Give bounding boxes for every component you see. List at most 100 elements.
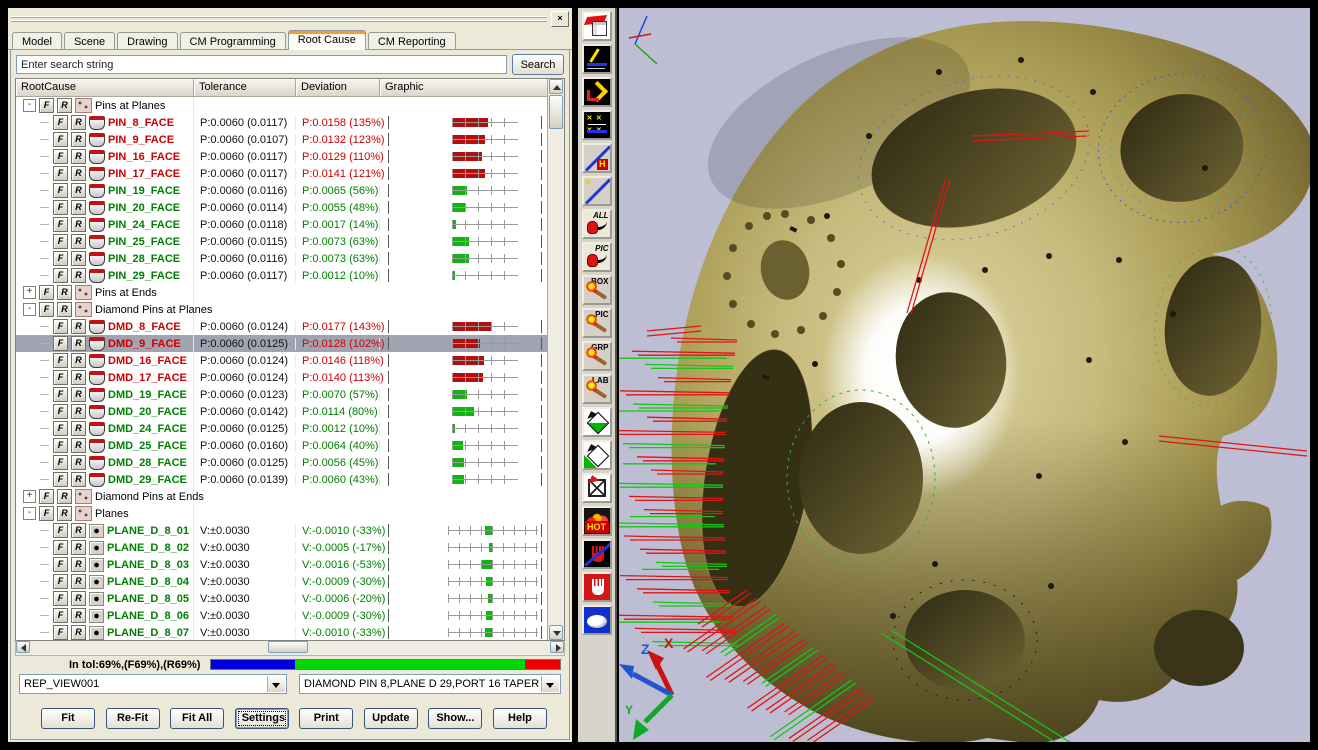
report-toggle-button[interactable]: R bbox=[71, 370, 86, 385]
expander-icon[interactable]: - bbox=[23, 507, 36, 520]
report-icon[interactable] bbox=[582, 11, 612, 41]
tab-model[interactable]: Model bbox=[12, 32, 62, 50]
report-toggle-button[interactable]: R bbox=[71, 523, 86, 538]
column-header-graphic[interactable]: Graphic bbox=[380, 79, 548, 96]
tab-scene[interactable]: Scene bbox=[64, 32, 115, 50]
fit-toggle-button[interactable]: F bbox=[39, 98, 54, 113]
titlebar-grip[interactable] bbox=[11, 16, 547, 22]
tree-group-row[interactable]: -FRPins at Planes bbox=[16, 97, 548, 114]
fit-toggle-button[interactable]: F bbox=[53, 251, 68, 266]
tree-item-row[interactable]: FRPIN_16_FACEP:0.0060 (0.0117)P:0.0129 (… bbox=[16, 148, 548, 165]
probe-measure-icon[interactable] bbox=[582, 44, 612, 74]
align-points-icon[interactable] bbox=[582, 110, 612, 140]
search-button[interactable]: Search bbox=[512, 54, 564, 75]
fit-toggle-button[interactable]: F bbox=[39, 285, 54, 300]
fit-toggle-button[interactable]: F bbox=[53, 336, 68, 351]
expander-icon[interactable]: - bbox=[23, 99, 36, 112]
fit-toggle-button[interactable]: F bbox=[53, 472, 68, 487]
report-toggle-button[interactable]: R bbox=[71, 608, 86, 623]
3d-viewport[interactable]: X Z Y bbox=[619, 8, 1310, 742]
print-button[interactable]: Print bbox=[299, 708, 353, 729]
fit-toggle-button[interactable]: F bbox=[53, 183, 68, 198]
tree-group-row[interactable]: -FRDiamond Pins at Planes bbox=[16, 301, 548, 318]
report-toggle-button[interactable]: R bbox=[71, 421, 86, 436]
report-toggle-button[interactable]: R bbox=[71, 472, 86, 487]
tree-item-row[interactable]: FRPLANE_D_8_01V:±0.0030V:-0.0010 (-33%) bbox=[16, 522, 548, 539]
expander-icon[interactable]: - bbox=[23, 303, 36, 316]
fit-toggle-button[interactable]: F bbox=[53, 591, 68, 606]
report-toggle-button[interactable]: R bbox=[71, 557, 86, 572]
fit-toggle-button[interactable]: F bbox=[53, 319, 68, 334]
3d-model-view[interactable]: X Z Y bbox=[619, 8, 1310, 742]
tree-group-row[interactable]: -FRPlanes bbox=[16, 505, 548, 522]
tree-item-row[interactable]: FRPIN_19_FACEP:0.0060 (0.0116)P:0.0065 (… bbox=[16, 182, 548, 199]
ignite-label-icon[interactable]: LAB bbox=[582, 374, 612, 404]
horizontal-scrollbar[interactable] bbox=[15, 641, 565, 656]
column-header-rootcause[interactable]: RootCause bbox=[16, 79, 194, 96]
tree-item-row[interactable]: FRPLANE_D_8_03V:±0.0030V:-0.0016 (-53%) bbox=[16, 556, 548, 573]
scroll-down-button[interactable] bbox=[549, 625, 563, 640]
report-toggle-button[interactable]: R bbox=[71, 115, 86, 130]
report-toggle-button[interactable]: R bbox=[57, 302, 72, 317]
hot-spots-icon[interactable]: HOT bbox=[582, 506, 612, 536]
fit-toggle-button[interactable]: F bbox=[53, 370, 68, 385]
tree-item-row[interactable]: FRDMD_25_FACEP:0.0060 (0.0160)P:0.0064 (… bbox=[16, 437, 548, 454]
scroll-up-button[interactable] bbox=[549, 79, 563, 94]
report-toggle-button[interactable]: R bbox=[71, 166, 86, 181]
report-toggle-button[interactable]: R bbox=[71, 336, 86, 351]
report-toggle-button[interactable]: R bbox=[71, 455, 86, 470]
tree-item-row[interactable]: FRPLANE_D_8_02V:±0.0030V:-0.0005 (-17%) bbox=[16, 539, 548, 556]
fit-toggle-button[interactable]: F bbox=[53, 217, 68, 232]
search-input[interactable] bbox=[16, 55, 507, 74]
tree-item-row[interactable]: FRDMD_17_FACEP:0.0060 (0.0124)P:0.0140 (… bbox=[16, 369, 548, 386]
no-touch-icon[interactable] bbox=[582, 539, 612, 569]
fit-toggle-button[interactable]: F bbox=[53, 625, 68, 640]
report-toggle-button[interactable]: R bbox=[71, 387, 86, 402]
fit-toggle-button[interactable]: F bbox=[39, 489, 54, 504]
tree-item-row[interactable]: FRPIN_17_FACEP:0.0060 (0.0117)P:0.0141 (… bbox=[16, 165, 548, 182]
fit-toggle-button[interactable]: F bbox=[53, 557, 68, 572]
report-toggle-button[interactable]: R bbox=[71, 149, 86, 164]
tab-cm-programming[interactable]: CM Programming bbox=[180, 32, 286, 50]
fit-toggle-button[interactable]: F bbox=[53, 455, 68, 470]
show--button[interactable]: Show... bbox=[428, 708, 482, 729]
tree-item-row[interactable]: FRDMD_16_FACEP:0.0060 (0.0124)P:0.0146 (… bbox=[16, 352, 548, 369]
re-fit-button[interactable]: Re-Fit bbox=[106, 708, 160, 729]
report-toggle-button[interactable]: R bbox=[71, 251, 86, 266]
column-header-tolerance[interactable]: Tolerance bbox=[194, 79, 296, 96]
fit-toggle-button[interactable]: F bbox=[39, 506, 54, 521]
feature-select[interactable]: DIAMOND PIN 8,PLANE D 29,PORT 16 TAPER 1… bbox=[299, 674, 561, 694]
fit-toggle-button[interactable]: F bbox=[53, 200, 68, 215]
report-toggle-button[interactable]: R bbox=[71, 591, 86, 606]
tree-item-row[interactable]: FRPLANE_D_8_04V:±0.0030V:-0.0009 (-30%) bbox=[16, 573, 548, 590]
part-model[interactable] bbox=[672, 8, 1310, 742]
ignite-group-icon[interactable]: GRP bbox=[582, 341, 612, 371]
tree-item-row[interactable]: FRPIN_20_FACEP:0.0060 (0.0114)P:0.0055 (… bbox=[16, 199, 548, 216]
pick-all-icon[interactable]: ALL bbox=[582, 209, 612, 239]
fit-toggle-button[interactable]: F bbox=[53, 149, 68, 164]
tab-drawing[interactable]: Drawing bbox=[117, 32, 177, 50]
delete-window-icon[interactable] bbox=[582, 473, 612, 503]
pick-pic-icon[interactable]: PIC bbox=[582, 242, 612, 272]
ignite-pic-icon[interactable]: PIC bbox=[582, 308, 612, 338]
report-toggle-button[interactable]: R bbox=[57, 285, 72, 300]
fit-toggle-button[interactable]: F bbox=[53, 404, 68, 419]
fit-toggle-button[interactable]: F bbox=[53, 608, 68, 623]
tree-item-row[interactable]: FRDMD_9_FACEP:0.0060 (0.0125)P:0.0128 (1… bbox=[16, 335, 548, 352]
report-toggle-button[interactable]: R bbox=[71, 438, 86, 453]
report-toggle-button[interactable]: R bbox=[71, 353, 86, 368]
tree-item-row[interactable]: FRDMD_19_FACEP:0.0060 (0.0123)P:0.0070 (… bbox=[16, 386, 548, 403]
tree-item-row[interactable]: FRDMD_8_FACEP:0.0060 (0.0124)P:0.0177 (1… bbox=[16, 318, 548, 335]
tree-group-row[interactable]: +FRPins at Ends bbox=[16, 284, 548, 301]
scroll-thumb[interactable] bbox=[549, 95, 563, 129]
fit-toggle-button[interactable]: F bbox=[53, 115, 68, 130]
ignite-box-icon[interactable]: BOX bbox=[582, 275, 612, 305]
expander-icon[interactable]: + bbox=[23, 490, 36, 503]
expander-icon[interactable]: + bbox=[23, 286, 36, 299]
fit-toggle-button[interactable]: F bbox=[53, 132, 68, 147]
tree-item-row[interactable]: FRDMD_28_FACEP:0.0060 (0.0125)P:0.0056 (… bbox=[16, 454, 548, 471]
tab-root-cause[interactable]: Root Cause bbox=[288, 30, 366, 50]
update-button[interactable]: Update bbox=[364, 708, 418, 729]
column-header-deviation[interactable]: Deviation bbox=[296, 79, 380, 96]
close-icon[interactable]: × bbox=[551, 11, 569, 27]
